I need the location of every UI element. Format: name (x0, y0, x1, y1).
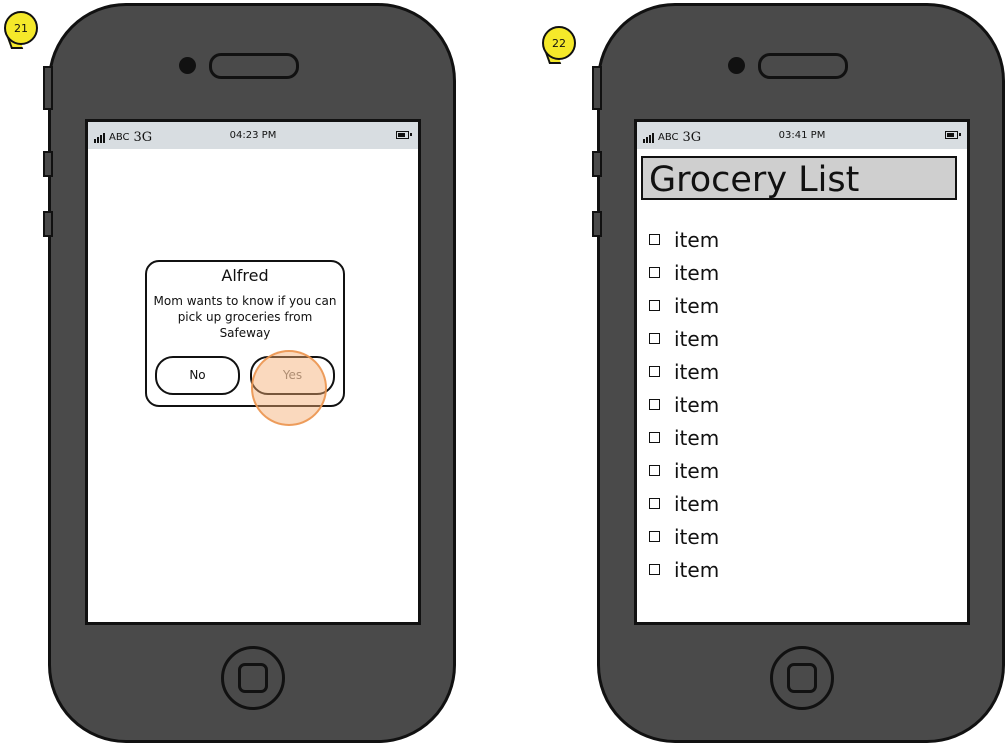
phone-frame: ABC 3G 04:23 PM Alfred Mom wants to know… (43, 3, 456, 743)
checkbox-icon[interactable] (649, 234, 660, 245)
speaker-grille (209, 53, 299, 79)
status-bar: ABC 3G 03:41 PM (637, 122, 967, 149)
alert-dialog: Alfred Mom wants to know if you can pick… (145, 260, 345, 407)
phone-screen: ABC 3G 04:23 PM Alfred Mom wants to know… (85, 119, 421, 625)
phone-screen: ABC 3G 03:41 PM Grocery List item item i… (634, 119, 970, 625)
grocery-list: item item item item item item item item … (649, 223, 719, 586)
volume-up-button (592, 151, 602, 177)
item-label: item (674, 359, 720, 384)
volume-down-button (43, 211, 53, 237)
speaker-grille (758, 53, 848, 79)
phone-frame: ABC 3G 03:41 PM Grocery List item item i… (592, 3, 1005, 743)
item-label: item (674, 392, 720, 417)
volume-up-button (43, 151, 53, 177)
item-label: item (674, 227, 720, 252)
list-item[interactable]: item (649, 421, 719, 454)
checkbox-icon[interactable] (649, 531, 660, 542)
item-label: item (674, 524, 720, 549)
screen-number-badge: 21 (4, 11, 38, 45)
home-button-icon[interactable] (221, 646, 285, 710)
list-item[interactable]: item (649, 289, 719, 322)
home-button-icon[interactable] (770, 646, 834, 710)
camera-icon (179, 57, 196, 74)
checkbox-icon[interactable] (649, 300, 660, 311)
item-label: item (674, 293, 720, 318)
no-button[interactable]: No (155, 356, 240, 395)
mute-switch (43, 66, 53, 110)
list-item[interactable]: item (649, 322, 719, 355)
dialog-message: Mom wants to know if you can pick up gro… (153, 294, 337, 340)
list-item[interactable]: item (649, 388, 719, 421)
checkbox-icon[interactable] (649, 432, 660, 443)
checkbox-icon[interactable] (649, 498, 660, 509)
page-title: Grocery List (641, 156, 957, 200)
checkbox-icon[interactable] (649, 366, 660, 377)
list-item[interactable]: item (649, 256, 719, 289)
volume-down-button (592, 211, 602, 237)
item-label: item (674, 260, 720, 285)
status-time: 03:41 PM (778, 130, 826, 141)
item-label: item (674, 491, 720, 516)
mute-switch (592, 66, 602, 110)
list-item[interactable]: item (649, 553, 719, 586)
yes-button[interactable]: Yes (250, 356, 335, 395)
list-item[interactable]: item (649, 454, 719, 487)
dialog-title: Alfred (221, 266, 269, 285)
checkbox-icon[interactable] (649, 465, 660, 476)
status-bar: ABC 3G 04:23 PM (88, 122, 418, 149)
item-label: item (674, 557, 720, 582)
item-label: item (674, 458, 720, 483)
screen-number-badge: 22 (542, 26, 576, 60)
list-item[interactable]: item (649, 223, 719, 256)
checkbox-icon[interactable] (649, 333, 660, 344)
item-label: item (674, 326, 720, 351)
checkbox-icon[interactable] (649, 399, 660, 410)
checkbox-icon[interactable] (649, 564, 660, 575)
list-item[interactable]: item (649, 355, 719, 388)
list-item[interactable]: item (649, 487, 719, 520)
battery-icon (945, 131, 961, 139)
camera-icon (728, 57, 745, 74)
checkbox-icon[interactable] (649, 267, 660, 278)
battery-icon (396, 131, 412, 139)
list-item[interactable]: item (649, 520, 719, 553)
item-label: item (674, 425, 720, 450)
status-time: 04:23 PM (229, 130, 277, 141)
